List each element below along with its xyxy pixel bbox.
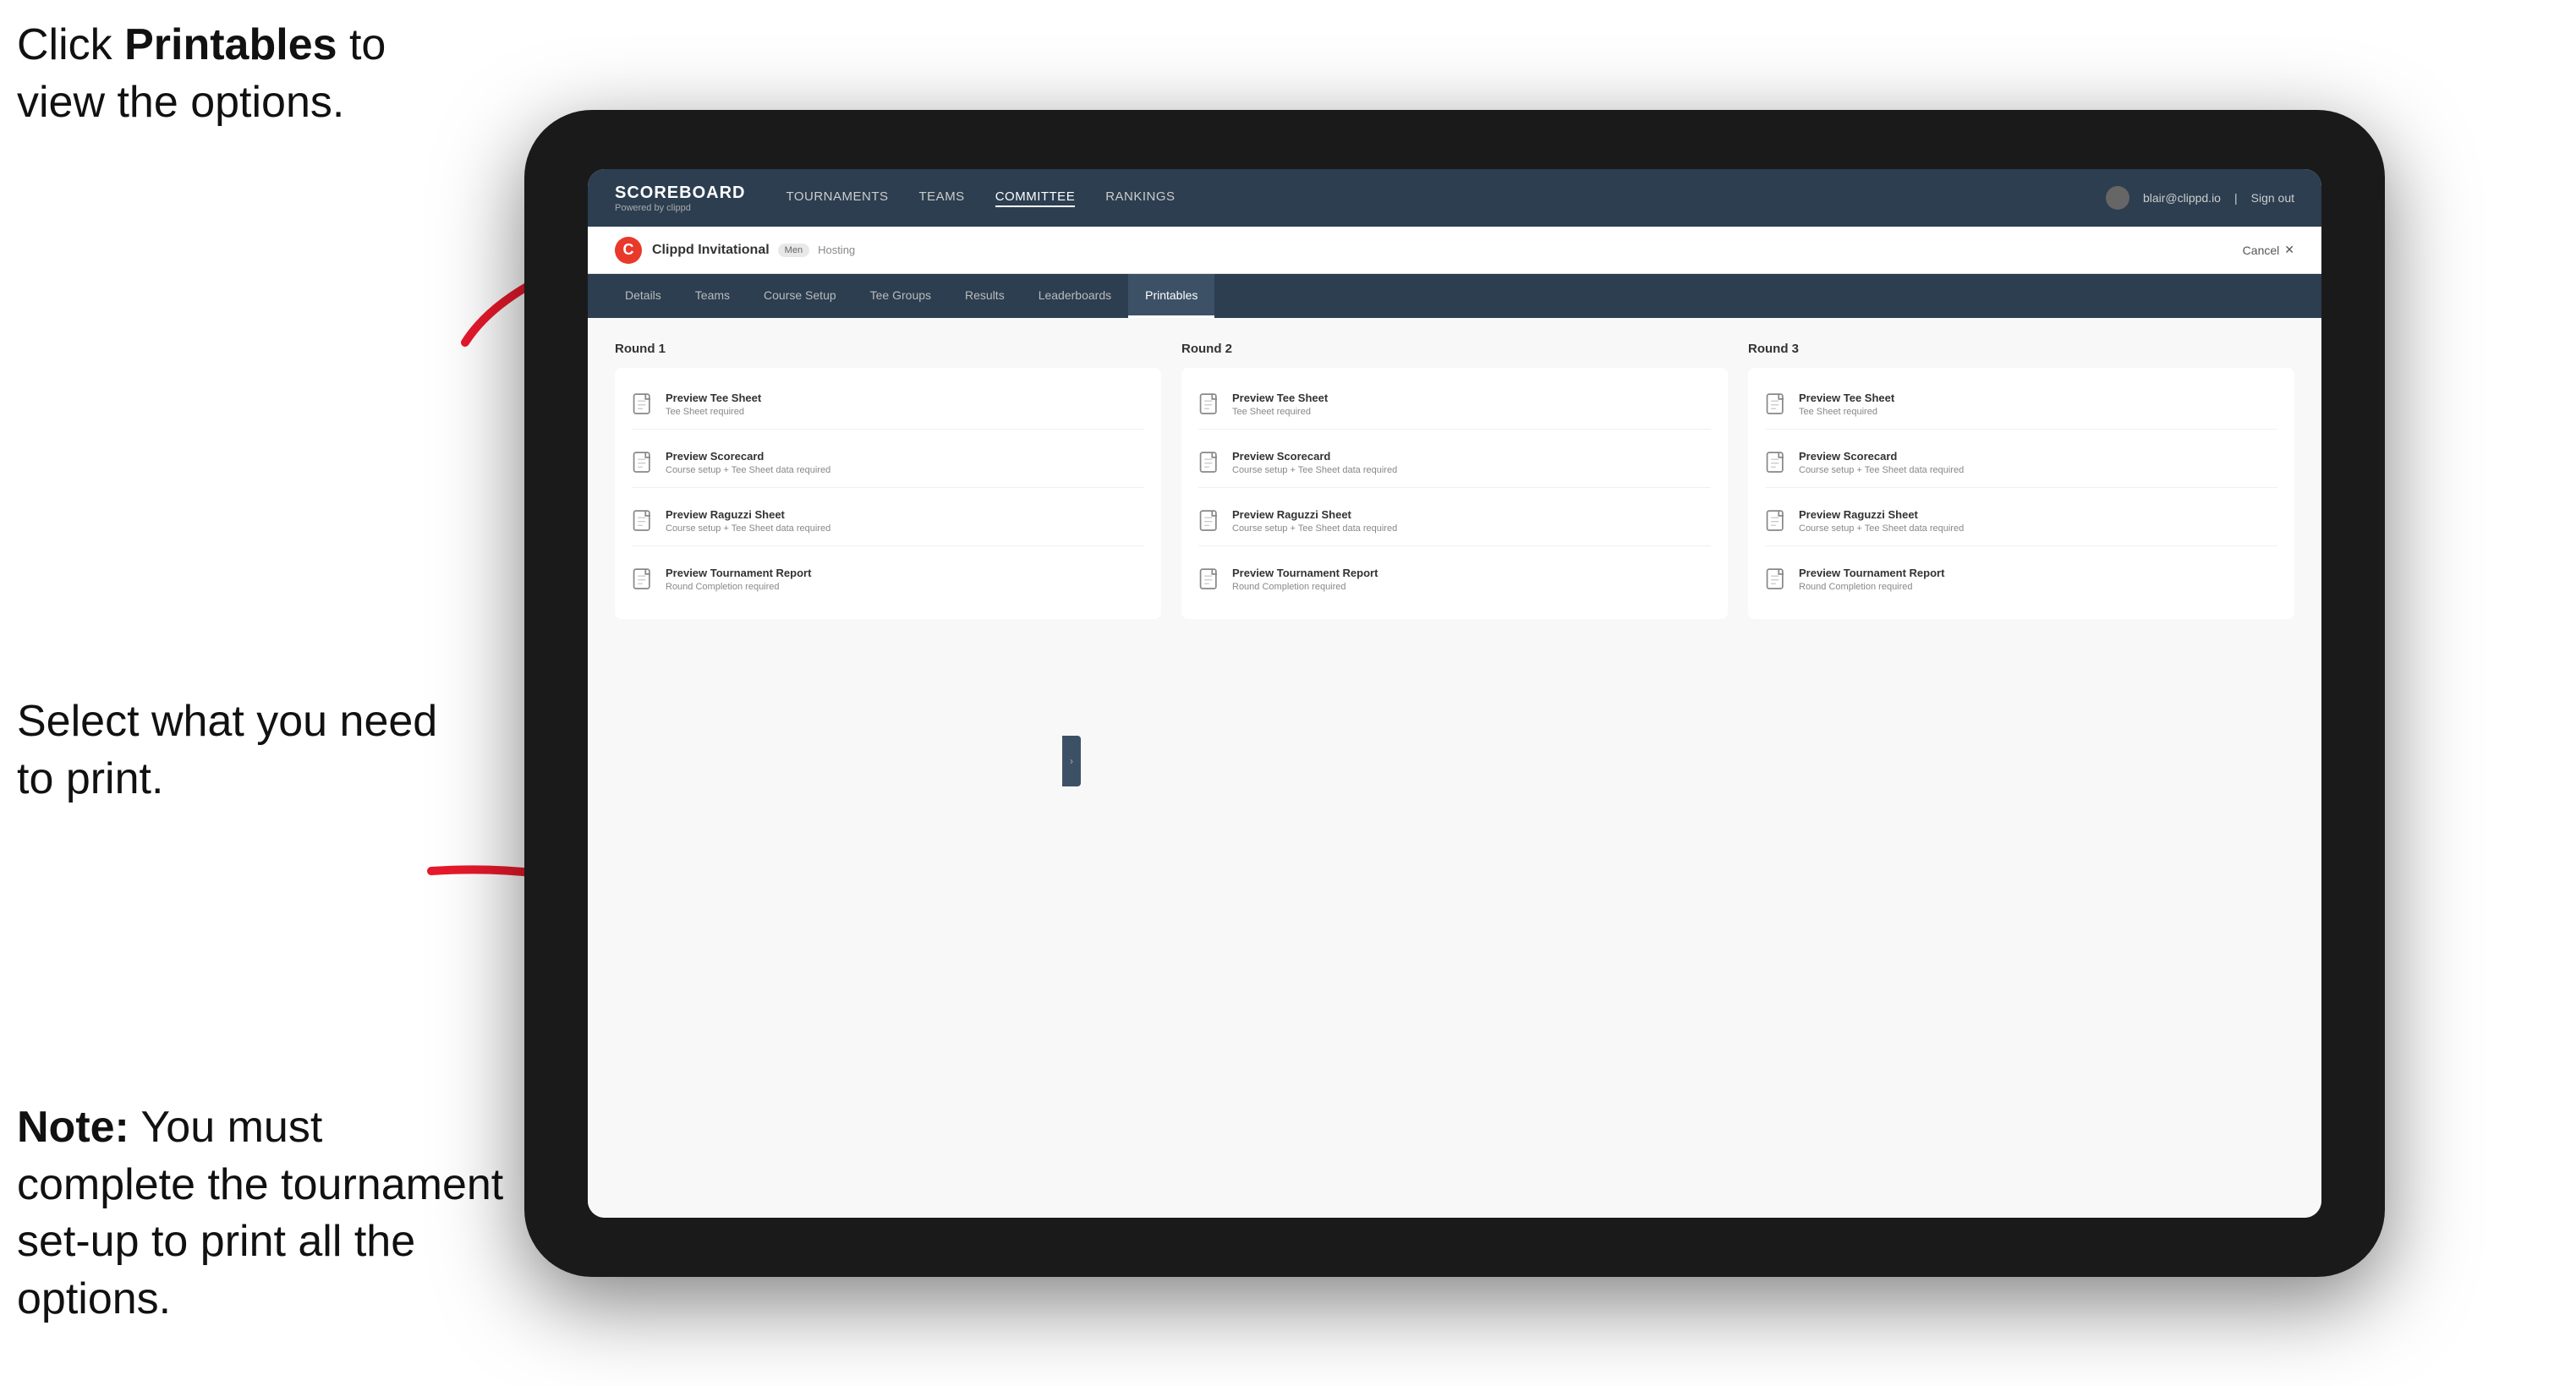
tournament-header: C Clippd Invitational Men Hosting Cancel… <box>588 227 2321 274</box>
round-2-card: Preview Tee Sheet Tee Sheet required Pre… <box>1181 368 1728 619</box>
round-3-tee-sheet[interactable]: Preview Tee Sheet Tee Sheet required <box>1765 383 2277 430</box>
sub-r2-raguzzi: Course setup + Tee Sheet data required <box>1232 523 1397 534</box>
round-2-title: Round 2 <box>1181 342 1728 356</box>
label-r3-raguzzi: Preview Raguzzi Sheet <box>1799 508 1964 521</box>
sub-r1-tee-sheet: Tee Sheet required <box>666 407 761 417</box>
round-2-tournament-report[interactable]: Preview Tournament Report Round Completi… <box>1198 558 1711 604</box>
tournament-name: Clippd Invitational <box>652 243 770 258</box>
document-icon <box>1198 568 1222 595</box>
document-icon <box>1765 568 1789 595</box>
nav-committee[interactable]: COMMITTEE <box>995 189 1076 207</box>
sub-r3-scorecard: Course setup + Tee Sheet data required <box>1799 465 1964 475</box>
nav-links: TOURNAMENTS TEAMS COMMITTEE RANKINGS <box>786 189 2105 207</box>
sub-r2-scorecard: Course setup + Tee Sheet data required <box>1232 465 1397 475</box>
nav-teams[interactable]: TEAMS <box>919 189 965 207</box>
label-r2-tee-sheet: Preview Tee Sheet <box>1232 392 1328 404</box>
round-1-raguzzi[interactable]: Preview Raguzzi Sheet Course setup + Tee… <box>632 500 1144 546</box>
nav-separator: | <box>2234 191 2238 205</box>
label-r2-scorecard: Preview Scorecard <box>1232 450 1397 463</box>
tab-course-setup[interactable]: Course Setup <box>747 274 853 318</box>
document-icon <box>1198 393 1222 420</box>
sub-r3-tee-sheet: Tee Sheet required <box>1799 407 1894 417</box>
document-icon <box>632 452 655 479</box>
nav-right: blair@clippd.io | Sign out <box>2106 186 2294 210</box>
document-icon <box>1765 510 1789 537</box>
round-1-tee-sheet[interactable]: Preview Tee Sheet Tee Sheet required <box>632 383 1144 430</box>
document-icon <box>632 568 655 595</box>
main-content: Round 1 Preview Tee Sheet Tee Sheet requ… <box>588 318 2321 1218</box>
annotation-bold: Printables <box>124 20 337 69</box>
tab-details[interactable]: Details <box>608 274 678 318</box>
document-icon <box>1198 452 1222 479</box>
label-r2-tournament-report: Preview Tournament Report <box>1232 567 1378 579</box>
sub-r1-tournament-report: Round Completion required <box>666 582 811 592</box>
sign-out-link[interactable]: Sign out <box>2251 191 2294 205</box>
label-r1-scorecard: Preview Scorecard <box>666 450 830 463</box>
sub-r1-raguzzi: Course setup + Tee Sheet data required <box>666 523 830 534</box>
logo-title: SCOREBOARD <box>615 184 745 203</box>
nav-tournaments[interactable]: TOURNAMENTS <box>786 189 888 207</box>
document-icon <box>632 393 655 420</box>
document-icon <box>632 510 655 537</box>
tournament-status: Hosting <box>818 244 855 256</box>
round-2-column: Round 2 Preview Tee Sheet Tee Sheet requ… <box>1181 342 1728 1194</box>
tab-teams[interactable]: Teams <box>678 274 747 318</box>
close-icon: ✕ <box>2284 243 2294 257</box>
round-1-card: Preview Tee Sheet Tee Sheet required Pre… <box>615 368 1161 619</box>
avatar <box>2106 186 2129 210</box>
app-logo: SCOREBOARD Powered by clippd <box>615 184 745 213</box>
tab-tee-groups[interactable]: Tee Groups <box>853 274 948 318</box>
annotation-bottom: Note: You must complete the tournament s… <box>17 1099 507 1328</box>
document-icon <box>1765 393 1789 420</box>
sub-r1-scorecard: Course setup + Tee Sheet data required <box>666 465 830 475</box>
label-r3-scorecard: Preview Scorecard <box>1799 450 1964 463</box>
tournament-logo: C <box>615 237 642 264</box>
label-r3-tee-sheet: Preview Tee Sheet <box>1799 392 1894 404</box>
label-r2-raguzzi: Preview Raguzzi Sheet <box>1232 508 1397 521</box>
sidebar-toggle[interactable]: › <box>1062 736 1081 786</box>
round-1-tournament-report[interactable]: Preview Tournament Report Round Completi… <box>632 558 1144 604</box>
tab-results[interactable]: Results <box>948 274 1022 318</box>
round-3-card: Preview Tee Sheet Tee Sheet required Pre… <box>1748 368 2294 619</box>
document-icon <box>1765 452 1789 479</box>
round-1-scorecard[interactable]: Preview Scorecard Course setup + Tee She… <box>632 441 1144 488</box>
sub-r3-tournament-report: Round Completion required <box>1799 582 1944 592</box>
cancel-button[interactable]: Cancel ✕ <box>2243 243 2294 257</box>
label-r1-tournament-report: Preview Tournament Report <box>666 567 811 579</box>
round-3-raguzzi[interactable]: Preview Raguzzi Sheet Course setup + Tee… <box>1765 500 2277 546</box>
label-r1-raguzzi: Preview Raguzzi Sheet <box>666 508 830 521</box>
round-3-title: Round 3 <box>1748 342 2294 356</box>
sub-r2-tee-sheet: Tee Sheet required <box>1232 407 1328 417</box>
round-2-scorecard[interactable]: Preview Scorecard Course setup + Tee She… <box>1198 441 1711 488</box>
round-3-column: Round 3 Preview Tee Sheet Tee Sheet requ… <box>1748 342 2294 1194</box>
tab-leaderboards[interactable]: Leaderboards <box>1022 274 1128 318</box>
tablet-device: SCOREBOARD Powered by clippd TOURNAMENTS… <box>524 110 2385 1277</box>
sub-tabs: Details Teams Course Setup Tee Groups Re… <box>588 274 2321 318</box>
top-navigation: SCOREBOARD Powered by clippd TOURNAMENTS… <box>588 169 2321 227</box>
round-3-scorecard[interactable]: Preview Scorecard Course setup + Tee She… <box>1765 441 2277 488</box>
tablet-screen: SCOREBOARD Powered by clippd TOURNAMENTS… <box>588 169 2321 1218</box>
tournament-badge: Men <box>778 244 809 257</box>
nav-rankings[interactable]: RANKINGS <box>1105 189 1175 207</box>
user-email: blair@clippd.io <box>2143 191 2221 205</box>
round-2-raguzzi[interactable]: Preview Raguzzi Sheet Course setup + Tee… <box>1198 500 1711 546</box>
label-r3-tournament-report: Preview Tournament Report <box>1799 567 1944 579</box>
sub-r3-raguzzi: Course setup + Tee Sheet data required <box>1799 523 1964 534</box>
logo-subtitle: Powered by clippd <box>615 203 745 213</box>
round-3-tournament-report[interactable]: Preview Tournament Report Round Completi… <box>1765 558 2277 604</box>
round-1-title: Round 1 <box>615 342 1161 356</box>
round-2-tee-sheet[interactable]: Preview Tee Sheet Tee Sheet required <box>1198 383 1711 430</box>
document-icon <box>1198 510 1222 537</box>
annotation-middle: Select what you need to print. <box>17 693 474 808</box>
label-r1-tee-sheet: Preview Tee Sheet <box>666 392 761 404</box>
tab-printables[interactable]: Printables <box>1128 274 1214 318</box>
sub-r2-tournament-report: Round Completion required <box>1232 582 1378 592</box>
annotation-top: Click Printables to view the options. <box>17 17 474 131</box>
